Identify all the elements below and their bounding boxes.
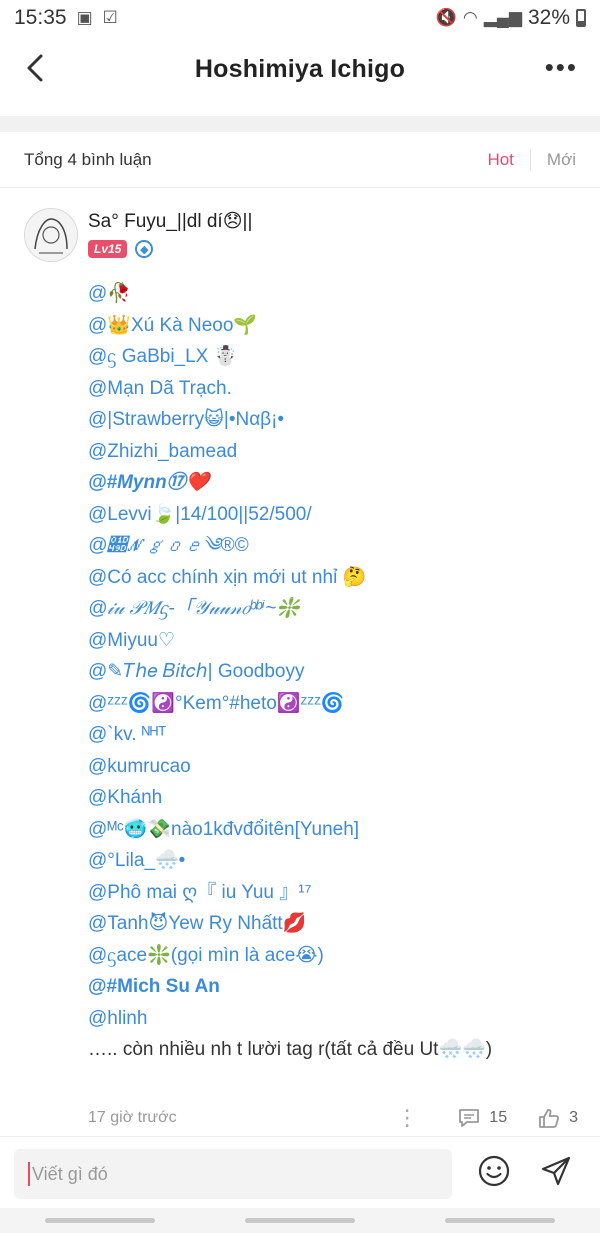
check-notification-icon: ☑ <box>102 8 118 27</box>
nav-home-gesture[interactable] <box>245 1218 355 1223</box>
status-bar: 15:35 ▣ ☑ 🔇 ◠ ▂▄▆ 32% <box>0 0 600 36</box>
reply-count: 15 <box>489 1109 508 1126</box>
mention-link[interactable]: @ᦓace❇️(gọi mìn là ace😭) <box>88 940 588 972</box>
comment-timestamp: 17 giờ trước <box>88 1109 177 1126</box>
chevron-left-icon <box>27 54 43 82</box>
battery-percent: 32% <box>527 6 570 29</box>
mention-link[interactable]: @hlinh <box>88 1003 588 1035</box>
comment-total: Tổng 4 bình luận <box>24 149 152 169</box>
mention-link[interactable]: @𝒝𝒩𝑔𝑜𝑒༄®© <box>88 530 588 562</box>
mention-link[interactable]: @Miyuu♡ <box>88 625 588 657</box>
mention-link[interactable]: @ᶻᶻᶻ🌀☯️°Kem°#heto☯️ᶻᶻᶻ🌀 <box>88 688 588 720</box>
page-title: Hoshimiya Ichigo <box>194 54 406 83</box>
emoji-icon <box>478 1155 510 1187</box>
sort-hot-tab[interactable]: Hot <box>471 150 529 170</box>
mention-link[interactable]: @Khánh <box>88 782 588 814</box>
mention-link[interactable]: @°Lila_🌨️• <box>88 845 588 877</box>
comment-author[interactable]: Sa° Fuyu_||dl dí😞|| <box>88 210 252 233</box>
back-button[interactable] <box>18 48 52 88</box>
mute-icon: 🔇 <box>435 8 457 27</box>
more-button[interactable]: ••• <box>545 54 578 80</box>
comment-composer: Viết gì đó <box>0 1136 600 1209</box>
mention-link[interactable]: @|Strawberry😺|•Nαβ¡• <box>88 404 588 436</box>
mention-link[interactable]: @👑Xú Kà Neoo🌱 <box>88 310 588 342</box>
avatar[interactable] <box>24 208 78 262</box>
more-horizontal-icon: ••• <box>544 52 578 82</box>
mention-link[interactable]: @✎𝑇ℎ𝑒 𝐵𝑖𝑡𝑐ℎ| Goodboyy <box>88 656 588 688</box>
comment-body: @🥀 @👑Xú Kà Neoo🌱 @ᦓ GaBbi_LX ☃️ @Mạn Dã … <box>88 278 588 1066</box>
level-badge: Lv15 <box>88 240 128 258</box>
reply-button[interactable]: 15 <box>457 1107 507 1129</box>
mention-link[interactable]: @`kv. ᴺᴴᵀ <box>88 719 588 751</box>
status-time: 15:35 <box>14 6 67 29</box>
comment-options-button[interactable]: ⋮ <box>387 1105 427 1131</box>
mention-link[interactable]: @#Mynn⑰❤️ <box>88 467 588 499</box>
mention-link[interactable]: @🥀 <box>88 278 588 310</box>
thumbs-up-icon <box>539 1108 560 1128</box>
comment-icon <box>459 1109 480 1127</box>
comment-text: ….. còn nhiều nh t lười tag r(tất cả đều… <box>88 1039 493 1060</box>
mention-link[interactable]: @Mạn Dã Trạch. <box>88 373 588 405</box>
nav-recents-gesture[interactable] <box>445 1218 555 1223</box>
comments-bar: Tổng 4 bình luận Hot Mới <box>0 132 600 188</box>
emoji-button[interactable] <box>474 1151 514 1191</box>
wifi-icon: ◠ <box>462 8 478 27</box>
mention-link[interactable]: @Phô mai ღ『 iu Yuu 』¹⁷ <box>88 877 588 909</box>
verified-icon: ◆ <box>135 240 154 258</box>
sort-new-tab[interactable]: Mới <box>531 150 576 170</box>
status-left: 15:35 ▣ ☑ <box>14 6 118 30</box>
signal-icon: ▂▄▆ <box>483 8 522 27</box>
mention-link[interactable]: @ᴹᶜ🥶💸nào1kđvđổitên[Yuneh] <box>88 814 588 846</box>
status-right: 🔇 ◠ ▂▄▆ 32% <box>436 6 586 30</box>
send-button[interactable] <box>536 1151 576 1191</box>
mention-link[interactable]: @Tanh😈Yew Ry Nhấtt💋 <box>88 908 588 940</box>
mention-link[interactable]: @kumrucao <box>88 751 588 783</box>
text-caret <box>28 1162 30 1186</box>
mention-link[interactable]: @Có acc chính xịn mới ut nhỉ 🤔 <box>88 562 588 594</box>
comment-meta: 17 giờ trước ⋮ 15 3 <box>88 1104 578 1132</box>
like-button[interactable]: 3 <box>537 1107 578 1129</box>
system-nav-bar <box>0 1208 600 1233</box>
avatar-sketch-icon <box>25 209 77 261</box>
section-divider <box>0 116 600 132</box>
mention-link[interactable]: @Zhizhi_bamead <box>88 436 588 468</box>
mention-link[interactable]: @Levvi🍃|14/100||52/500/ <box>88 499 588 531</box>
mention-link[interactable]: @#Mich Su An <box>88 971 588 1003</box>
more-vertical-icon: ⋮ <box>396 1105 419 1130</box>
like-count: 3 <box>569 1109 578 1126</box>
input-placeholder: Viết gì đó <box>32 1163 108 1184</box>
gallery-notification-icon: ▣ <box>76 8 93 27</box>
mention-link[interactable]: @ᦓ GaBbi_LX ☃️ <box>88 341 588 373</box>
battery-icon <box>576 9 586 27</box>
author-badges: Lv15 ◆ <box>88 240 154 258</box>
nav-back-gesture[interactable] <box>45 1218 155 1223</box>
header: Hoshimiya Ichigo ••• <box>0 36 600 102</box>
comment-input[interactable]: Viết gì đó <box>14 1149 452 1199</box>
send-icon <box>541 1156 571 1186</box>
mention-link[interactable]: @𝒾𝓊 𝒫𝑀ᦓ-「𝒴𝓊𝓊𝓃𝑜ᵇᵇⁱ~❇️ <box>88 593 588 625</box>
